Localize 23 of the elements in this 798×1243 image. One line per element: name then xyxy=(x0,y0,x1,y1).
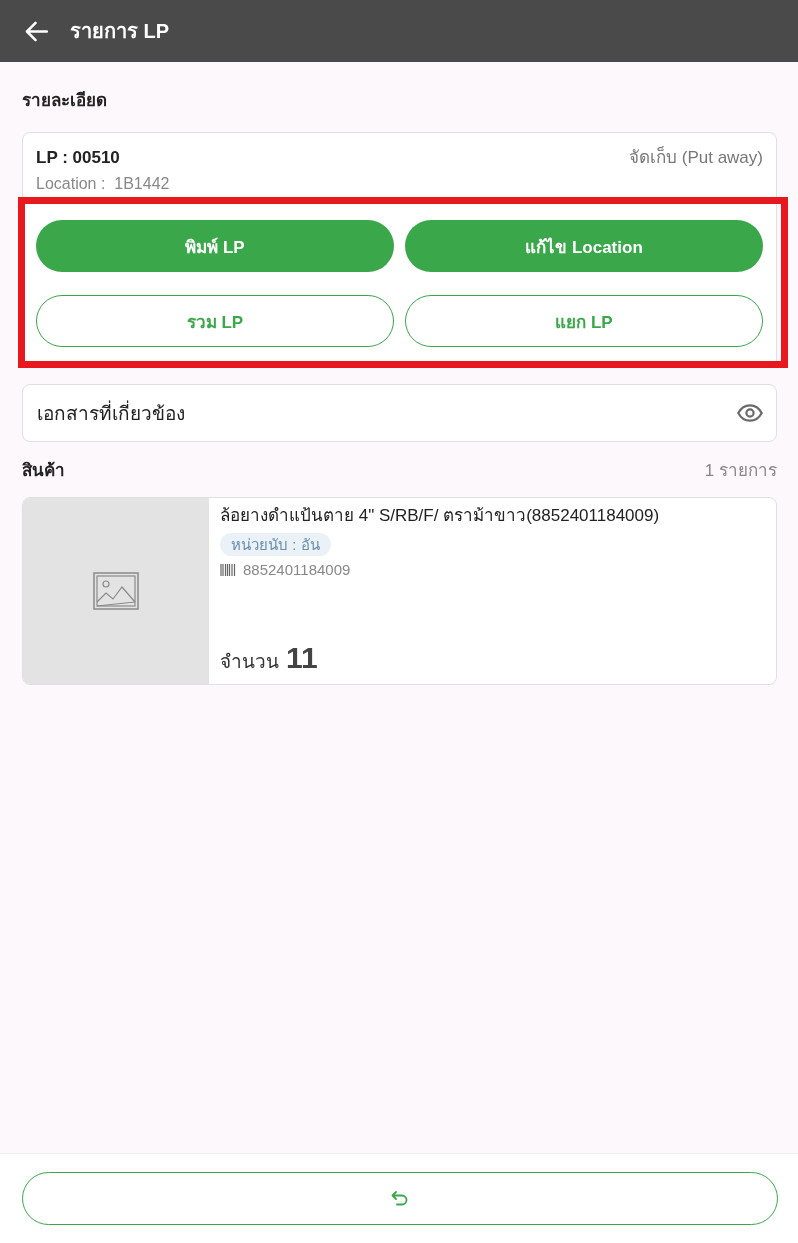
barcode-number: 8852401184009 xyxy=(243,560,351,580)
outline-action-button[interactable]: รวม LP xyxy=(36,295,394,347)
lp-status: จัดเก็บ (Put away) xyxy=(629,145,763,169)
image-icon xyxy=(93,572,139,610)
section-title: รายละเอียด xyxy=(22,90,107,112)
item-count: 1 รายการ xyxy=(704,460,777,482)
action-button[interactable]: พิมพ์ LP xyxy=(36,220,394,272)
barcode-icon xyxy=(220,564,236,576)
page-title: รายการ LP xyxy=(70,19,170,44)
lp-number: LP : 00510 xyxy=(36,147,120,169)
documents-button[interactable]: เอกสารที่เกี่ยวข้อง xyxy=(22,384,777,442)
location-text: Location : 1B1442 xyxy=(36,174,170,194)
quantity-label: จำนวน xyxy=(220,650,279,674)
unit-tag: หน่วยนับ : อัน xyxy=(220,533,331,556)
undo-button[interactable] xyxy=(22,1172,778,1225)
section-title: สินค้า xyxy=(22,460,65,482)
quantity-value: 11 xyxy=(286,641,318,675)
eye-icon xyxy=(737,404,763,422)
outline-action-button[interactable]: แยก LP xyxy=(405,295,763,347)
back-icon[interactable] xyxy=(25,20,48,42)
product-name: ล้อยางดำแป้นตาย 4" S/RB/F/ ตราม้าขาว(8852401184009) xyxy=(220,505,661,527)
undo-icon xyxy=(391,1190,409,1207)
action-button[interactable]: แก้ไข Location xyxy=(405,220,763,272)
